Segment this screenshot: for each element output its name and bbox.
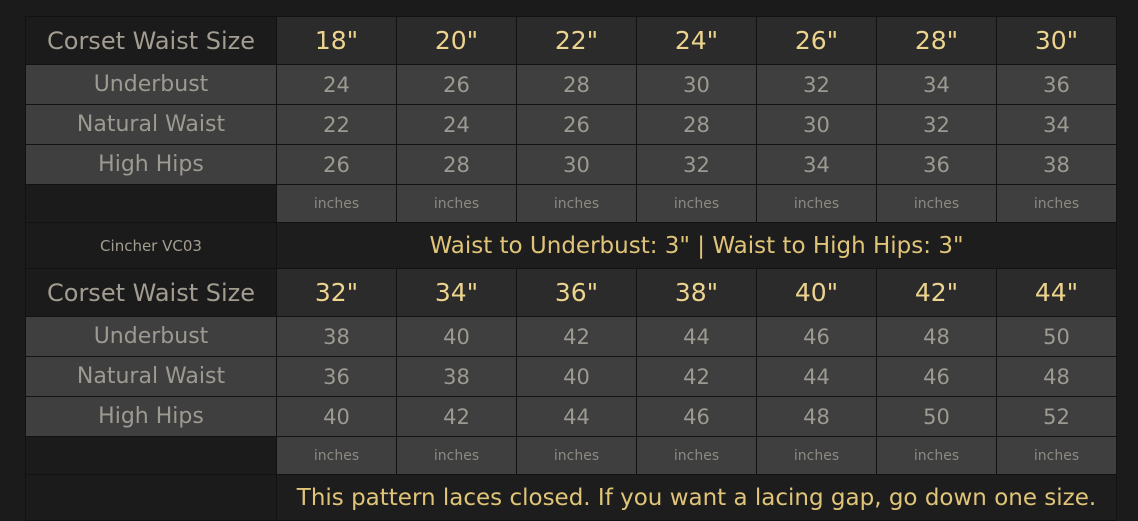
size-header-44: 44": [996, 268, 1117, 317]
size-header-26: 26": [756, 16, 877, 65]
cell-natural-waist-32: 36: [276, 356, 397, 397]
table-row-note-2: This pattern laces closed. If you want a…: [25, 474, 1117, 521]
unit-cell-44: inches: [996, 436, 1117, 475]
unit-cell-28: inches: [876, 184, 997, 223]
cell-natural-waist-38: 42: [636, 356, 757, 397]
cell-natural-waist-26: 30: [756, 104, 877, 145]
cell-high-hips-20: 28: [396, 144, 517, 185]
unit-cell-32: inches: [276, 436, 397, 475]
cell-underbust-44: 50: [996, 316, 1117, 357]
unit-cell-18: inches: [276, 184, 397, 223]
table-row-units-block2: inches inches inches inches inches inche…: [25, 436, 1117, 475]
table-row-high-hips-block1: High Hips 26 28 30 32 34 36 38: [25, 144, 1117, 185]
cell-natural-waist-40: 44: [756, 356, 877, 397]
cell-high-hips-28: 36: [876, 144, 997, 185]
size-header-18: 18": [276, 16, 397, 65]
unit-cell-40: inches: [756, 436, 877, 475]
cell-underbust-18: 24: [276, 64, 397, 105]
cell-natural-waist-30: 34: [996, 104, 1117, 145]
cell-natural-waist-22: 26: [516, 104, 637, 145]
cell-underbust-38: 44: [636, 316, 757, 357]
size-header-34: 34": [396, 268, 517, 317]
note-waist-measurements: Waist to Underbust: 3" | Waist to High H…: [276, 222, 1117, 269]
spacer-cell-units-2: [25, 436, 277, 475]
row-label-high-hips-1: High Hips: [25, 144, 277, 185]
corset-size-chart-table: Corset Waist Size 18" 20" 22" 24" 26" 28…: [25, 16, 1117, 521]
row-label-natural-waist-1: Natural Waist: [25, 104, 277, 145]
unit-cell-26: inches: [756, 184, 877, 223]
cell-natural-waist-34: 38: [396, 356, 517, 397]
cell-underbust-20: 26: [396, 64, 517, 105]
cell-natural-waist-20: 24: [396, 104, 517, 145]
spacer-cell-note-2: [25, 474, 277, 521]
table-row-underbust-block2: Underbust 38 40 42 44 46 48 50: [25, 316, 1117, 357]
table-row-high-hips-block2: High Hips 40 42 44 46 48 50 52: [25, 396, 1117, 437]
table-row-header-block1: Corset Waist Size 18" 20" 22" 24" 26" 28…: [25, 16, 1117, 65]
unit-cell-20: inches: [396, 184, 517, 223]
cell-underbust-42: 48: [876, 316, 997, 357]
unit-cell-42: inches: [876, 436, 997, 475]
cell-natural-waist-24: 28: [636, 104, 757, 145]
size-header-42: 42": [876, 268, 997, 317]
size-header-32: 32": [276, 268, 397, 317]
cell-natural-waist-44: 48: [996, 356, 1117, 397]
model-label: Cincher VC03: [25, 222, 277, 269]
cell-high-hips-22: 30: [516, 144, 637, 185]
size-header-22: 22": [516, 16, 637, 65]
size-header-36: 36": [516, 268, 637, 317]
cell-underbust-36: 42: [516, 316, 637, 357]
unit-cell-38: inches: [636, 436, 757, 475]
unit-cell-22: inches: [516, 184, 637, 223]
size-header-28: 28": [876, 16, 997, 65]
cell-underbust-30: 36: [996, 64, 1117, 105]
table-row-header-block2: Corset Waist Size 32" 34" 36" 38" 40" 42…: [25, 268, 1117, 317]
table-row-natural-waist-block2: Natural Waist 36 38 40 42 44 46 48: [25, 356, 1117, 397]
unit-cell-30: inches: [996, 184, 1117, 223]
cell-high-hips-38: 46: [636, 396, 757, 437]
cell-high-hips-44: 52: [996, 396, 1117, 437]
cell-underbust-28: 34: [876, 64, 997, 105]
row-label-high-hips-2: High Hips: [25, 396, 277, 437]
cell-high-hips-42: 50: [876, 396, 997, 437]
cell-underbust-26: 32: [756, 64, 877, 105]
cell-high-hips-30: 38: [996, 144, 1117, 185]
size-header-40: 40": [756, 268, 877, 317]
unit-cell-34: inches: [396, 436, 517, 475]
table-row-note-1: Cincher VC03 Waist to Underbust: 3" | Wa…: [25, 222, 1117, 269]
cell-natural-waist-42: 46: [876, 356, 997, 397]
cell-underbust-34: 40: [396, 316, 517, 357]
unit-cell-24: inches: [636, 184, 757, 223]
row-label-natural-waist-2: Natural Waist: [25, 356, 277, 397]
table-row-underbust-block1: Underbust 24 26 28 30 32 34 36: [25, 64, 1117, 105]
cell-high-hips-18: 26: [276, 144, 397, 185]
cell-high-hips-36: 44: [516, 396, 637, 437]
cell-underbust-32: 38: [276, 316, 397, 357]
unit-cell-36: inches: [516, 436, 637, 475]
size-header-30: 30": [996, 16, 1117, 65]
table-row-natural-waist-block1: Natural Waist 22 24 26 28 30 32 34: [25, 104, 1117, 145]
cell-underbust-40: 46: [756, 316, 877, 357]
table-row-units-block1: inches inches inches inches inches inche…: [25, 184, 1117, 223]
row-label-underbust-1: Underbust: [25, 64, 277, 105]
cell-underbust-24: 30: [636, 64, 757, 105]
size-chart-page: Corset Waist Size 18" 20" 22" 24" 26" 28…: [0, 0, 1138, 521]
corset-waist-size-title-2: Corset Waist Size: [25, 268, 277, 317]
cell-high-hips-40: 48: [756, 396, 877, 437]
cell-underbust-22: 28: [516, 64, 637, 105]
cell-high-hips-32: 40: [276, 396, 397, 437]
cell-high-hips-34: 42: [396, 396, 517, 437]
note-lacing-gap: This pattern laces closed. If you want a…: [276, 474, 1117, 521]
spacer-cell-units-1: [25, 184, 277, 223]
size-header-38: 38": [636, 268, 757, 317]
cell-high-hips-26: 34: [756, 144, 877, 185]
cell-natural-waist-36: 40: [516, 356, 637, 397]
cell-high-hips-24: 32: [636, 144, 757, 185]
cell-natural-waist-28: 32: [876, 104, 997, 145]
row-label-underbust-2: Underbust: [25, 316, 277, 357]
cell-natural-waist-18: 22: [276, 104, 397, 145]
corset-waist-size-title-1: Corset Waist Size: [25, 16, 277, 65]
size-header-24: 24": [636, 16, 757, 65]
size-header-20: 20": [396, 16, 517, 65]
